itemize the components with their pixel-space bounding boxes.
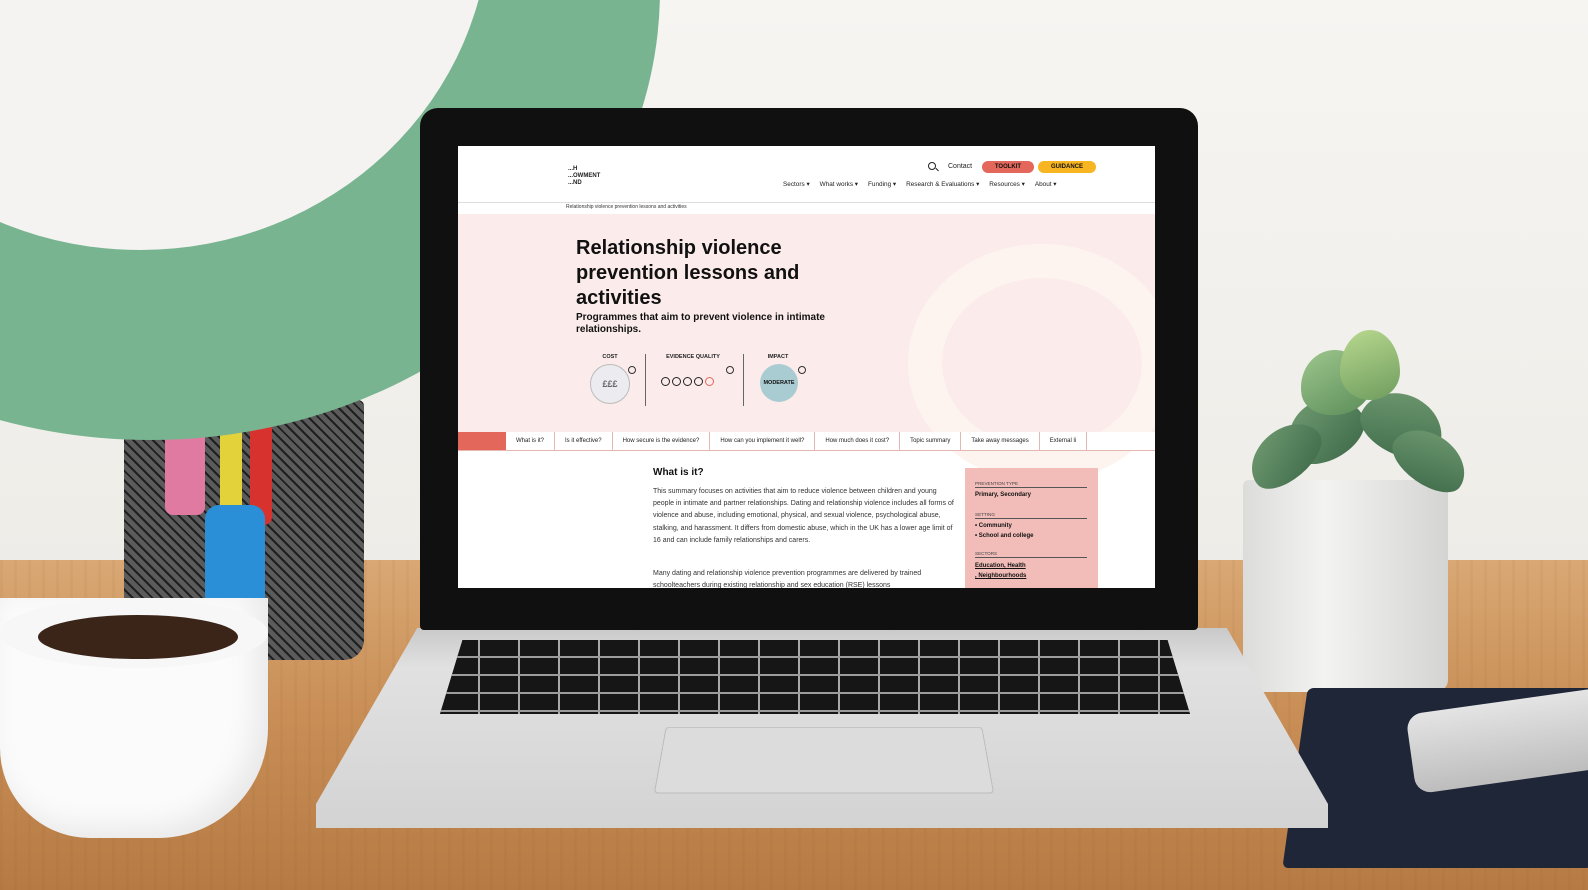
nav-item-funding[interactable]: Funding ▾ xyxy=(868,180,896,188)
metric-divider xyxy=(645,354,646,406)
setting-item: • School and college xyxy=(975,533,1034,539)
cost-badge: £££ xyxy=(590,364,630,404)
hero-section: Relationship violence prevention lessons… xyxy=(458,214,1155,482)
laptop-keyboard-rows xyxy=(440,640,1190,714)
magnifier-icon xyxy=(661,377,670,386)
help-icon[interactable] xyxy=(726,366,734,374)
tab-summary[interactable]: Topic summary xyxy=(900,432,962,450)
photo-scene: ...H ...OWMENT ...ND Contact TOOLKIT GUI… xyxy=(0,0,1588,890)
tab-implement[interactable]: How can you implement it well? xyxy=(710,432,816,450)
laptop-screen: ...H ...OWMENT ...ND Contact TOOLKIT GUI… xyxy=(458,146,1155,588)
nav-item-sectors[interactable]: Sectors ▾ xyxy=(783,180,810,188)
setting-label: SETTING xyxy=(975,512,1087,519)
setting-item: • Community xyxy=(975,523,1012,529)
tab-cost[interactable]: How much does it cost? xyxy=(815,432,901,450)
setting-item-text: Community xyxy=(978,523,1012,529)
paragraph: This summary focuses on activities that … xyxy=(653,488,954,544)
prevention-type-label: PREVENTION TYPE xyxy=(975,481,1087,488)
prevention-type-value: Primary, Secondary xyxy=(975,492,1031,498)
magnifier-icon xyxy=(672,377,681,386)
laptop-trackpad xyxy=(653,726,995,794)
tab-accent xyxy=(458,432,506,450)
impact-value: MODERATE xyxy=(763,380,795,386)
search-icon[interactable] xyxy=(928,162,936,170)
impact-label: IMPACT xyxy=(767,354,789,360)
tab-effective[interactable]: Is it effective? xyxy=(555,432,613,450)
nav-item-about[interactable]: About ▾ xyxy=(1035,180,1057,188)
sectors-label: SECTORS xyxy=(975,551,1087,558)
cost-value: £££ xyxy=(602,379,618,389)
contact-link[interactable]: Contact xyxy=(948,163,972,170)
page-subtitle: Programmes that aim to prevent violence … xyxy=(576,312,825,335)
page-title: Relationship violence prevention lessons… xyxy=(576,237,800,309)
nav-item-research[interactable]: Research & Evaluations ▾ xyxy=(906,180,979,188)
main-nav: Sectors ▾ What works ▾ Funding ▾ Researc… xyxy=(783,180,1057,188)
tab-external[interactable]: External li xyxy=(1040,432,1088,450)
magnifier-icon xyxy=(705,377,714,386)
metric-divider xyxy=(743,354,744,406)
nav-item-what-works[interactable]: What works ▾ xyxy=(820,180,858,188)
coffee xyxy=(38,615,238,659)
magnifier-icon xyxy=(694,377,703,386)
help-icon[interactable] xyxy=(628,366,636,374)
guidance-button[interactable]: GUIDANCE xyxy=(1038,161,1096,173)
evidence-rating xyxy=(661,377,714,386)
nav-item-resources[interactable]: Resources ▾ xyxy=(989,180,1025,188)
site-logo[interactable]: ...H ...OWMENT ...ND xyxy=(568,166,600,187)
paragraph: Many dating and relationship violence pr… xyxy=(653,570,922,588)
info-sidebar: PREVENTION TYPE Primary, Secondary SETTI… xyxy=(965,468,1098,588)
logo-line: ...ND xyxy=(568,180,582,186)
help-icon[interactable] xyxy=(798,366,806,374)
sectors-link[interactable]: Education, Health xyxy=(975,563,1026,569)
toolkit-button[interactable]: TOOLKIT xyxy=(982,161,1034,173)
section-title: What is it? xyxy=(653,467,704,478)
cost-label: COST xyxy=(602,354,618,360)
tab-take-away[interactable]: Take away messages xyxy=(961,432,1040,450)
breadcrumb[interactable]: Relationship violence prevention lessons… xyxy=(566,204,687,210)
magnifier-icon xyxy=(683,377,692,386)
plant-pot xyxy=(1243,480,1448,692)
section-tabs: What is it? Is it effective? How secure … xyxy=(458,432,1155,451)
evidence-label: EVIDENCE QUALITY xyxy=(666,354,720,360)
tab-evidence[interactable]: How secure is the evidence? xyxy=(613,432,711,450)
logo-line: ...H xyxy=(568,166,578,172)
impact-badge: MODERATE xyxy=(760,364,798,402)
sectors-link[interactable]: , Neighbourhoods xyxy=(975,573,1026,579)
tab-what-is-it[interactable]: What is it? xyxy=(506,432,556,450)
site-header: ...H ...OWMENT ...ND Contact TOOLKIT GUI… xyxy=(458,146,1155,203)
setting-item-text: School and college xyxy=(978,533,1034,539)
logo-line: ...OWMENT xyxy=(568,173,601,179)
